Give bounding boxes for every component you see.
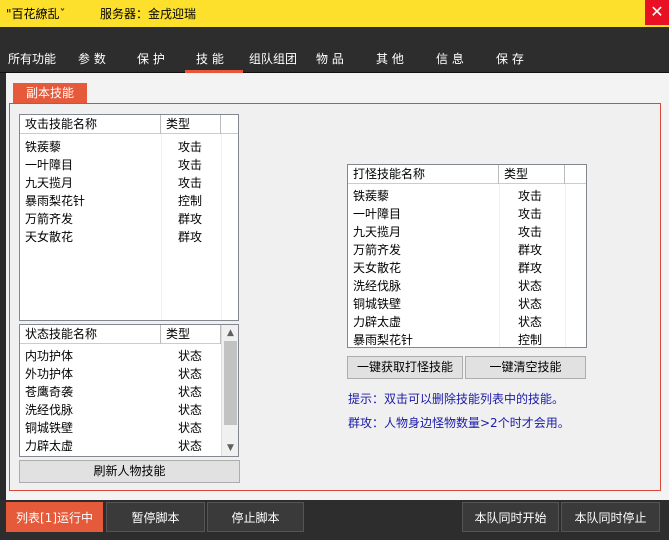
list-item[interactable]: 洗经伐脉 状态 bbox=[20, 401, 238, 419]
tab-other[interactable]: 其 他 bbox=[376, 50, 404, 67]
scroll-down-icon[interactable]: ▼ bbox=[222, 440, 239, 456]
window-title: "百花繚乱ˇ bbox=[6, 7, 66, 21]
list-item[interactable]: 九天揽月 攻击 bbox=[348, 223, 586, 241]
refresh-skills-button[interactable]: 刷新人物技能 bbox=[19, 460, 240, 483]
monster-list-header: 打怪技能名称 类型 bbox=[348, 165, 586, 184]
list-item[interactable]: 一叶障目 攻击 bbox=[348, 205, 586, 223]
scroll-thumb[interactable] bbox=[224, 341, 237, 425]
attack-col-type[interactable]: 类型 bbox=[161, 115, 221, 134]
state-col-name[interactable]: 状态技能名称 bbox=[20, 325, 161, 344]
list-item[interactable]: 铜城铁壁 状态 bbox=[348, 295, 586, 313]
attack-list-header: 攻击技能名称 类型 bbox=[20, 115, 238, 134]
tab-team[interactable]: 组队组团 bbox=[249, 50, 297, 67]
list-item[interactable]: 力辟太虚 状态 bbox=[20, 437, 238, 455]
list-item[interactable]: 内功护体 状态 bbox=[20, 347, 238, 365]
team-stop-button[interactable]: 本队同时停止 bbox=[561, 502, 660, 532]
state-list-header: 状态技能名称 类型 bbox=[20, 325, 238, 344]
attack-skill-list[interactable]: 攻击技能名称 类型 铁蒺藜 攻击 一叶障目 攻击 九天揽月 攻击 暴雨梨花针 控制 万箭… bbox=[19, 114, 239, 321]
list-item[interactable]: 铜城铁壁 状态 bbox=[20, 419, 238, 437]
list-item[interactable]: 外功护体 状态 bbox=[20, 365, 238, 383]
monster-skill-list[interactable]: 打怪技能名称 类型 铁蒺藜 攻击 一叶障目 攻击 九天揽月 攻击 万箭齐发 群攻 天女散… bbox=[347, 164, 587, 348]
list-item[interactable]: 万箭齐发 群攻 bbox=[20, 210, 238, 228]
list-item[interactable]: 暴雨梨花针 控制 bbox=[348, 331, 586, 347]
pause-script-button[interactable]: 暂停脚本 bbox=[106, 502, 205, 532]
list-item[interactable]: 苍鹰奇袭 状态 bbox=[20, 383, 238, 401]
running-status-button[interactable]: 列表[1]运行中 bbox=[6, 502, 103, 532]
team-start-button[interactable]: 本队同时开始 bbox=[462, 502, 559, 532]
list-item[interactable]: 铁蒺藜 攻击 bbox=[20, 138, 238, 156]
tab-skills[interactable]: 技 能 bbox=[196, 50, 224, 67]
scroll-up-icon[interactable]: ▲ bbox=[222, 325, 239, 341]
list-item[interactable]: 洗经伐脉 状态 bbox=[348, 277, 586, 295]
list-item[interactable]: 暴雨梨花针 控制 bbox=[20, 192, 238, 210]
server-label: 服务器：金戌迎瑞 bbox=[100, 7, 197, 21]
tab-all-functions[interactable]: 所有功能 bbox=[8, 50, 56, 67]
list-item[interactable]: 九天揽月 攻击 bbox=[20, 174, 238, 192]
tab-params[interactable]: 参 数 bbox=[78, 50, 106, 67]
list-item[interactable]: 天女散花 群攻 bbox=[20, 228, 238, 246]
state-col-type[interactable]: 类型 bbox=[161, 325, 221, 344]
hint-double-click: 提示：双击可以删除技能列表中的技能。 bbox=[348, 392, 565, 406]
close-icon[interactable]: ✕ bbox=[645, 0, 669, 25]
tab-bar: 所有功能 参 数 保 护 技 能 组队组团 物 品 其 他 信 息 保 存 bbox=[0, 27, 669, 73]
get-monster-skills-button[interactable]: 一键获取打怪技能 bbox=[347, 356, 463, 379]
tab-save[interactable]: 保 存 bbox=[496, 50, 524, 67]
attack-col-name[interactable]: 攻击技能名称 bbox=[20, 115, 161, 134]
list-item[interactable]: 铁蒺藜 攻击 bbox=[348, 187, 586, 205]
state-skill-list[interactable]: 状态技能名称 类型 内功护体 状态 外功护体 状态 苍鹰奇袭 状态 洗经伐脉 状态 铜城… bbox=[19, 324, 239, 457]
list-item[interactable]: 天女散花 群攻 bbox=[348, 259, 586, 277]
title-bar: "百花繚乱ˇ 服务器：金戌迎瑞 ✕ bbox=[0, 0, 669, 27]
hint-aoe: 群攻：人物身边怪物数量>2个时才会用。 bbox=[348, 416, 570, 430]
list-item[interactable]: 力辟太虚 状态 bbox=[348, 313, 586, 331]
tab-info[interactable]: 信 息 bbox=[436, 50, 464, 67]
list-item[interactable]: 一叶障目 攻击 bbox=[20, 156, 238, 174]
tab-protect[interactable]: 保 护 bbox=[137, 50, 165, 67]
bottom-bar: 列表[1]运行中 暂停脚本 停止脚本 本队同时开始 本队同时停止 bbox=[0, 500, 669, 540]
list-item[interactable]: 万箭齐发 群攻 bbox=[348, 241, 586, 259]
state-list-scrollbar[interactable]: ▲ ▼ bbox=[221, 325, 238, 456]
subtab-dungeon-skills[interactable]: 副本技能 bbox=[13, 83, 87, 104]
monster-col-type[interactable]: 类型 bbox=[499, 165, 565, 184]
monster-col-name[interactable]: 打怪技能名称 bbox=[348, 165, 499, 184]
stop-script-button[interactable]: 停止脚本 bbox=[207, 502, 304, 532]
clear-skills-button[interactable]: 一键清空技能 bbox=[465, 356, 586, 379]
tab-items[interactable]: 物 品 bbox=[316, 50, 344, 67]
